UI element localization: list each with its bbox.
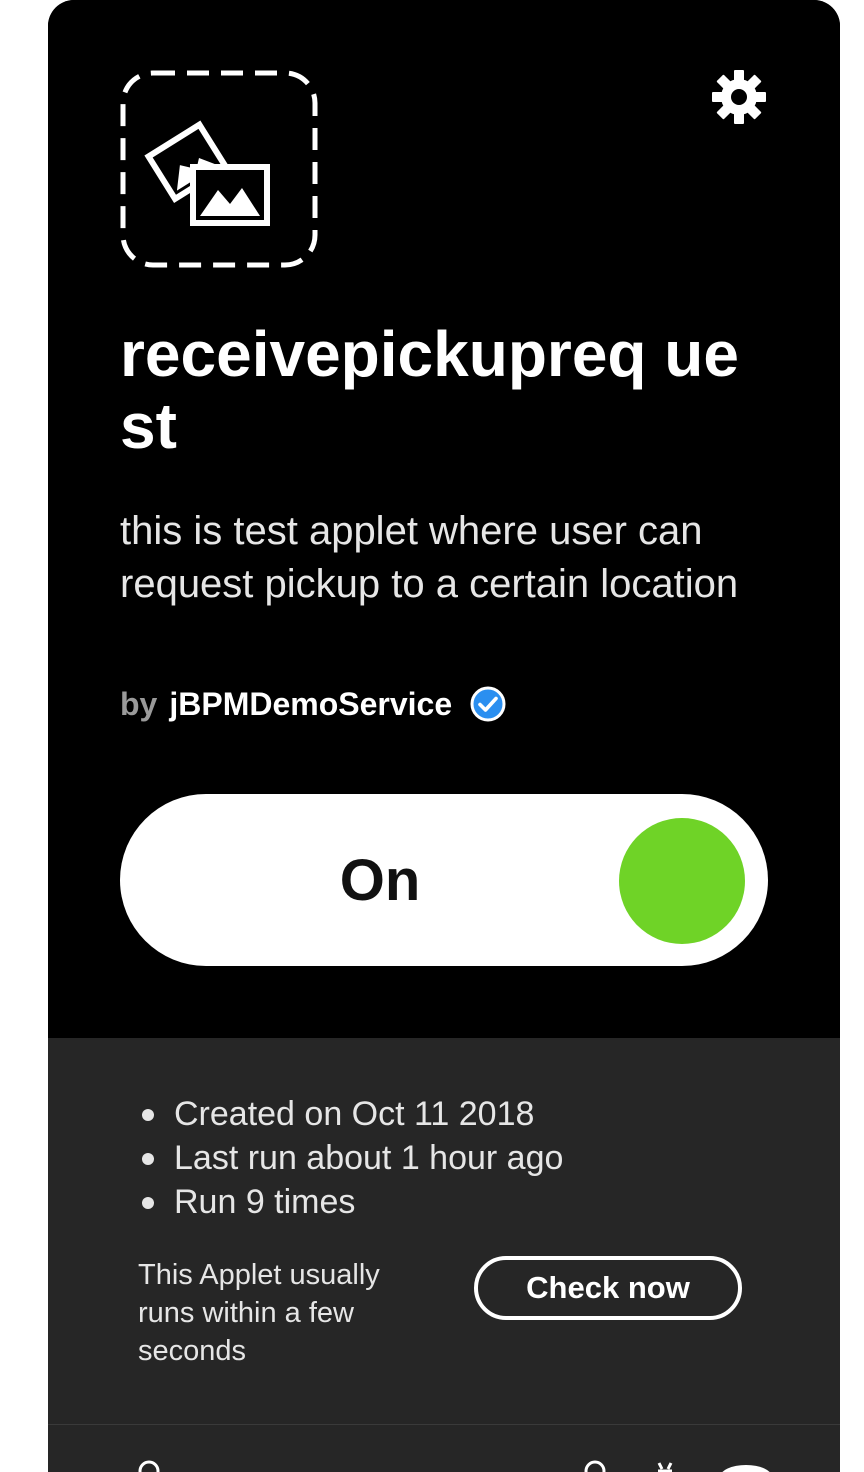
location-pin-icon [584,1460,606,1472]
toggle-label: On [339,847,421,913]
image-gallery-icon [120,70,318,268]
applet-hero: receivepickupreq uest this is test apple… [48,0,840,1038]
by-label: by [120,685,158,722]
applet-info-panel: Created on Oct 11 2018 Last run about 1 … [48,1038,840,1424]
location-pin-icon [138,1460,160,1472]
gear-icon [712,70,766,124]
settings-button[interactable] [708,66,770,128]
created-date: Created on Oct 11 2018 [138,1092,563,1136]
applet-stats-list: Created on Oct 11 2018 Last run about 1 … [138,1092,563,1224]
check-now-button[interactable]: Check now [474,1256,742,1320]
run-count: Run 9 times [138,1180,563,1224]
applet-title: receivepickupreq uest [120,318,739,462]
robot-icon [657,1462,673,1472]
on-off-toggle[interactable]: On [120,794,768,966]
last-run: Last run about 1 hour ago [138,1136,563,1180]
verified-check-icon [470,686,506,722]
byline: by jBPMDemoService [120,682,506,726]
footer-bar [48,1424,840,1472]
toggle-knob [619,818,745,944]
applet-description: this is test applet where user can reque… [120,509,739,606]
applet-card: receivepickupreq uest this is test apple… [48,0,840,1472]
run-frequency-note: This Applet usually runs within a few se… [138,1259,380,1367]
service-icon [722,1465,770,1472]
author-link[interactable]: jBPMDemoService [169,686,452,723]
